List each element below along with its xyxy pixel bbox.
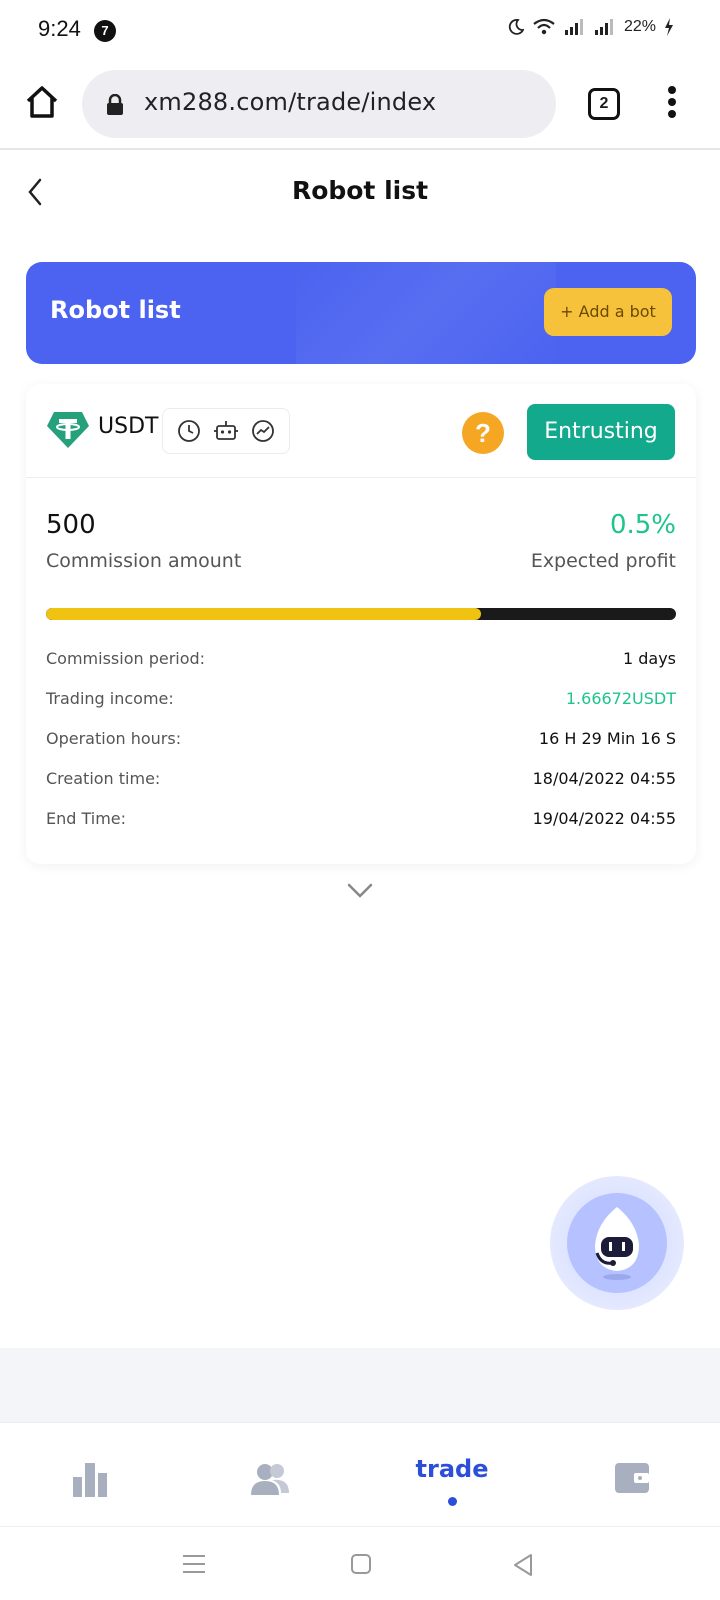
entrusting-status-button[interactable]: Entrusting bbox=[527, 404, 675, 460]
nav-item-wallet[interactable] bbox=[572, 1443, 692, 1513]
signal-icon bbox=[564, 19, 583, 35]
detail-label: Operation hours: bbox=[46, 728, 182, 748]
notification-badge: 7 bbox=[94, 20, 116, 42]
page-title: Robot list bbox=[291, 176, 429, 205]
page-footer-spacer bbox=[0, 1348, 720, 1422]
detail-row-trading-income: Trading income: 1.66672USDT bbox=[46, 678, 676, 718]
bottom-navigation: trade bbox=[0, 1422, 720, 1526]
status-icons: 22% bbox=[508, 18, 674, 36]
coin-name: USDT bbox=[98, 414, 159, 439]
detail-label: Creation time: bbox=[46, 768, 161, 788]
detail-row-creation-time: Creation time: 18/04/2022 04:55 bbox=[46, 758, 676, 798]
browser-menu-icon[interactable] bbox=[664, 86, 680, 122]
moon-icon bbox=[508, 19, 524, 35]
back-button-icon[interactable] bbox=[512, 1553, 534, 1577]
page-header: Robot list bbox=[0, 152, 720, 234]
commission-amount-label: Commission amount bbox=[46, 550, 242, 572]
system-navigation bbox=[0, 1526, 720, 1600]
nav-item-trade[interactable]: trade bbox=[392, 1443, 512, 1513]
nav-label-trade: trade bbox=[415, 1455, 489, 1483]
browser-toolbar: xm288.com/trade/index 2 bbox=[0, 62, 720, 150]
detail-value: 1.66672USDT bbox=[565, 688, 676, 708]
tab-switcher-button[interactable]: 2 bbox=[588, 88, 620, 120]
chart-trend-icon[interactable] bbox=[251, 419, 275, 443]
clock-icon[interactable] bbox=[177, 419, 201, 443]
detail-row-commission-period: Commission period: 1 days bbox=[46, 638, 676, 678]
status-bar: 9:24 7 22% bbox=[0, 0, 720, 60]
support-chat-button[interactable] bbox=[550, 1176, 684, 1310]
signal-icon-2 bbox=[594, 19, 613, 35]
bar-chart-icon bbox=[73, 1463, 107, 1497]
detail-value: 18/04/2022 04:55 bbox=[532, 768, 676, 788]
detail-label: Trading income: bbox=[46, 688, 174, 708]
help-icon[interactable]: ? bbox=[462, 412, 504, 454]
support-robot-icon bbox=[595, 1207, 639, 1280]
detail-value: 1 days bbox=[622, 648, 676, 668]
detail-value: 19/04/2022 04:55 bbox=[532, 808, 676, 828]
chevron-down-icon[interactable] bbox=[346, 882, 374, 900]
progress-bar bbox=[46, 608, 676, 620]
detail-label: Commission period: bbox=[46, 648, 206, 668]
detail-value: 16 H 29 Min 16 S bbox=[538, 728, 676, 748]
detail-label: End Time: bbox=[46, 808, 127, 828]
nav-item-market[interactable] bbox=[30, 1443, 150, 1513]
bot-details: Commission period: 1 days Trading income… bbox=[46, 638, 676, 838]
robot-list-banner: Robot list + Add a bot bbox=[26, 262, 696, 364]
battery-text: 22% bbox=[623, 18, 656, 35]
expected-profit-value: 0.5% bbox=[609, 510, 676, 540]
detail-row-operation-hours: Operation hours: 16 H 29 Min 16 S bbox=[46, 718, 676, 758]
users-icon bbox=[251, 1464, 289, 1495]
bot-card-header: USDT ? Entrusting bbox=[26, 384, 696, 478]
wifi-icon bbox=[533, 18, 555, 35]
support-avatar bbox=[567, 1193, 667, 1293]
robot-icon[interactable] bbox=[213, 419, 239, 443]
expected-profit-label: Expected profit bbox=[530, 550, 676, 572]
add-bot-button[interactable]: + Add a bot bbox=[544, 288, 672, 336]
detail-row-end-time: End Time: 19/04/2022 04:55 bbox=[46, 798, 676, 838]
recent-apps-icon[interactable] bbox=[182, 1553, 206, 1575]
address-bar[interactable]: xm288.com/trade/index bbox=[82, 70, 556, 138]
home-icon[interactable] bbox=[22, 82, 62, 122]
home-button-icon[interactable] bbox=[350, 1553, 372, 1575]
bot-icon-group bbox=[162, 408, 290, 454]
banner-title: Robot list bbox=[50, 296, 181, 324]
wallet-icon bbox=[615, 1463, 649, 1493]
nav-item-team[interactable] bbox=[210, 1443, 330, 1513]
commission-amount-value: 500 bbox=[46, 510, 96, 540]
charging-icon bbox=[665, 18, 673, 36]
progress-bar-fill bbox=[46, 608, 481, 620]
tether-icon bbox=[47, 412, 89, 448]
lock-icon bbox=[107, 94, 123, 115]
bot-card: USDT ? Entrusting 500 Commission amount … bbox=[26, 384, 696, 864]
url-text: xm288.com/trade/index bbox=[144, 88, 437, 116]
banner-decoration bbox=[296, 262, 556, 364]
status-time: 9:24 bbox=[38, 16, 81, 41]
active-indicator bbox=[447, 1497, 457, 1506]
